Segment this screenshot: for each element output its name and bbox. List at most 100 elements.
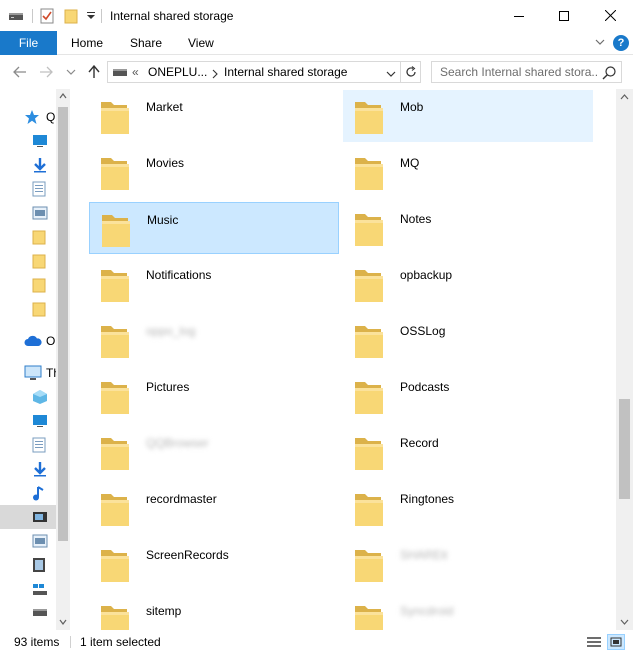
documents-icon[interactable] xyxy=(32,179,58,199)
drive-icon xyxy=(112,67,128,81)
breadcrumb-separator-icon[interactable] xyxy=(211,68,219,82)
3d-objects-icon[interactable] xyxy=(32,387,58,407)
minimize-button[interactable] xyxy=(496,0,542,31)
downloads-icon[interactable] xyxy=(32,459,58,479)
status-bar: 93 items 1 item selected xyxy=(0,630,633,654)
address-overflow[interactable]: « xyxy=(132,65,139,79)
tab-file[interactable]: File xyxy=(0,31,57,55)
quick-access-dropdown-icon[interactable] xyxy=(86,8,96,24)
folder-name: Ringtones xyxy=(400,492,455,506)
windows-drive-icon[interactable] xyxy=(32,579,58,599)
ribbon-tabs: File Home Share View ? xyxy=(0,31,633,55)
search-input[interactable]: Search Internal shared stora... xyxy=(440,65,598,79)
file-list: Market Mob Movies MQ Music Notes Notifications… xyxy=(74,89,616,630)
folder-icon xyxy=(99,96,131,136)
scroll-down-arrow-icon xyxy=(59,619,67,625)
file-list-scrollbar[interactable] xyxy=(616,89,633,630)
details-view-icon[interactable] xyxy=(586,635,602,652)
pictures-icon[interactable] xyxy=(32,531,58,551)
folder-icon xyxy=(353,376,385,416)
pinned-folder-icon[interactable] xyxy=(32,299,58,319)
large-icons-view-icon[interactable] xyxy=(607,634,625,650)
folder-item[interactable]: sitemp xyxy=(89,594,339,630)
forward-arrow-icon[interactable] xyxy=(38,64,54,80)
folder-item[interactable]: QQBrowser xyxy=(89,426,339,478)
folder-item[interactable]: ScreenRecords xyxy=(89,538,339,590)
phone-device-icon[interactable] xyxy=(32,507,58,527)
refresh-button[interactable] xyxy=(401,61,421,83)
search-box[interactable]: Search Internal shared stora... xyxy=(431,61,622,83)
navigation-bar: « ONEPLU... Internal shared storage Sear… xyxy=(0,55,633,89)
folder-item[interactable]: Podcasts xyxy=(343,370,593,422)
folder-item[interactable]: Pictures xyxy=(89,370,339,422)
folder-name: SHAREit xyxy=(400,548,448,562)
documents-icon[interactable] xyxy=(32,435,58,455)
folder-name: ScreenRecords xyxy=(146,548,229,562)
folder-item[interactable]: opbackup xyxy=(343,258,593,310)
folder-item[interactable]: MQ xyxy=(343,146,593,198)
folder-icon xyxy=(99,376,131,416)
desktop-icon[interactable] xyxy=(32,411,58,431)
nav-label-onedrive[interactable]: O xyxy=(46,334,55,348)
folder-icon xyxy=(353,544,385,584)
folder-item[interactable]: Ringtones xyxy=(343,482,593,534)
tab-share[interactable]: Share xyxy=(130,31,162,55)
item-count: 93 items xyxy=(14,635,60,649)
folder-item[interactable]: oppo_log xyxy=(89,314,339,366)
videos-icon[interactable] xyxy=(32,555,58,575)
address-dropdown-chevron-icon[interactable] xyxy=(386,68,396,82)
folder-icon xyxy=(99,264,131,304)
window-title: Internal shared storage xyxy=(110,9,234,23)
search-icon[interactable] xyxy=(601,65,617,81)
folder-item[interactable]: Mob xyxy=(343,90,593,142)
tab-view[interactable]: View xyxy=(188,31,214,55)
desktop-icon[interactable] xyxy=(32,131,58,151)
pictures-icon[interactable] xyxy=(32,203,58,223)
downloads-icon[interactable] xyxy=(32,155,58,175)
music-note-icon[interactable] xyxy=(32,483,58,503)
app-icon[interactable] xyxy=(8,8,24,24)
folder-name: opbackup xyxy=(400,268,453,282)
maximize-button[interactable] xyxy=(541,0,587,31)
breadcrumb-oneplus[interactable]: ONEPLU... xyxy=(148,65,207,79)
nav-pane-scroll-thumb[interactable] xyxy=(58,107,68,541)
back-arrow-icon[interactable] xyxy=(12,64,28,80)
folder-name: Podcasts xyxy=(400,380,450,394)
folder-item[interactable]: Movies xyxy=(89,146,339,198)
folder-name: Syncdroid xyxy=(400,604,454,618)
address-bar[interactable]: « ONEPLU... Internal shared storage xyxy=(107,61,401,83)
pinned-folder-icon[interactable] xyxy=(32,227,58,247)
folder-item[interactable]: Market xyxy=(89,90,339,142)
folder-item[interactable]: Record xyxy=(343,426,593,478)
folder-item[interactable]: Notifications xyxy=(89,258,339,310)
nav-label-quick-access[interactable]: Q xyxy=(46,110,55,124)
help-button[interactable]: ? xyxy=(613,35,629,51)
folder-icon xyxy=(99,488,131,528)
close-button[interactable] xyxy=(587,0,633,31)
folder-icon xyxy=(99,320,131,360)
pinned-folder-icon[interactable] xyxy=(32,275,58,295)
breadcrumb-internal-storage[interactable]: Internal shared storage xyxy=(224,65,347,79)
scroll-up-arrow-icon xyxy=(620,94,629,100)
folder-item[interactable]: SHAREit xyxy=(343,538,593,590)
folder-item[interactable]: Syncdroid xyxy=(343,594,593,630)
pinned-folder-icon[interactable] xyxy=(32,251,58,271)
folder-item[interactable]: recordmaster xyxy=(89,482,339,534)
new-folder-icon[interactable] xyxy=(64,8,78,24)
tab-home[interactable]: Home xyxy=(71,31,103,55)
file-list-scroll-thumb[interactable] xyxy=(619,399,630,499)
recent-locations-chevron-icon[interactable] xyxy=(63,64,79,80)
folder-name: Record xyxy=(400,436,439,450)
expand-ribbon-chevron-icon[interactable] xyxy=(594,36,606,48)
title-bar: Internal shared storage xyxy=(0,0,633,31)
folder-icon xyxy=(100,209,132,249)
drive-icon[interactable] xyxy=(32,603,58,623)
folder-item[interactable]: Music xyxy=(89,202,339,254)
folder-icon xyxy=(99,600,131,630)
up-arrow-icon[interactable] xyxy=(86,64,102,80)
properties-icon[interactable] xyxy=(40,8,54,24)
folder-item[interactable]: OSSLog xyxy=(343,314,593,366)
folder-item[interactable]: Notes xyxy=(343,202,593,254)
folder-name: sitemp xyxy=(146,604,182,618)
folder-icon xyxy=(353,320,385,360)
